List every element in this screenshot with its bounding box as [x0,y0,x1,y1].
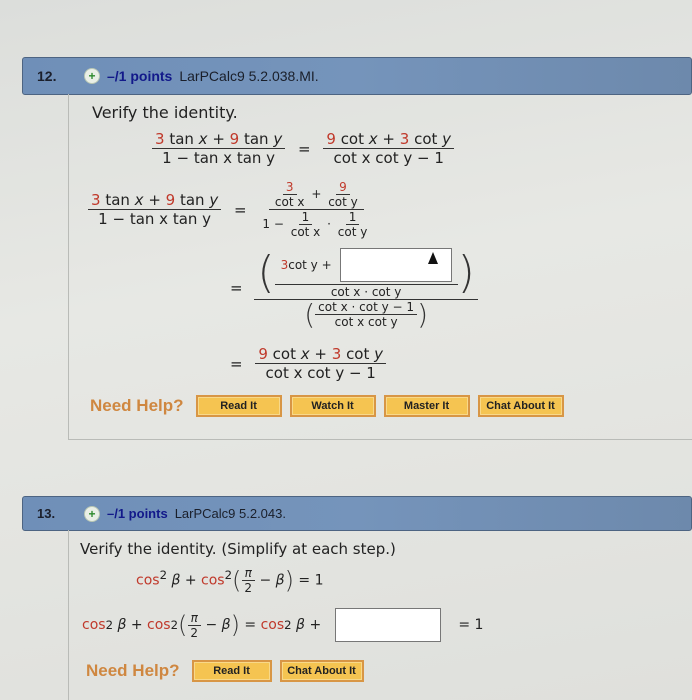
step1-complex-fraction: 3 cot x + 9 cot y 1 − 1 cot x · 1 cot y [262,180,368,239]
expand-plus-icon[interactable]: + [85,69,99,83]
step2-outer-fraction: ( 3 cot y + cot x · cot y ) ( cot x · co… [254,246,478,329]
problem-code: LarPCalc9 5.2.038.MI. [179,68,319,84]
rhs-fraction: 9 cot x + 3 cot y cot x cot y − 1 [323,130,455,167]
need-help-row-q12: Need Help? Read It Watch It Master It Ch… [90,395,572,417]
chat-about-it-button[interactable]: Chat About It [279,660,364,682]
watch-it-button[interactable]: Watch It [289,395,376,417]
question-13-header: 13. + –/1 points LarPCalc9 5.2.043. [22,496,692,531]
answer-input-q13[interactable] [334,608,441,642]
mouse-cursor-icon [428,252,438,264]
read-it-button[interactable]: Read It [191,660,272,682]
points-label: –/1 points [107,68,173,84]
identity-statement-q13: cos2 β + cos2(π 2 − β) = 1 [136,566,324,595]
question-number: 13. [37,506,56,521]
problem-code: LarPCalc9 5.2.043. [174,506,286,521]
master-it-button[interactable]: Master It [383,395,470,417]
read-it-button[interactable]: Read It [195,395,282,417]
need-help-row-q13: Need Help? Read It Chat About It [86,660,372,682]
lhs-fraction: 3 tan x + 9 tan y 1 − tan x tan y [152,130,286,167]
question-number: 12. [37,68,57,84]
identity-statement: 3 tan x + 9 tan y 1 − tan x tan y = 9 co… [152,130,455,167]
points-label: –/1 points [107,506,168,521]
question-12-prompt: Verify the identity. [92,103,238,122]
expand-plus-icon[interactable]: + [85,506,99,521]
step-1-q13: cos 2 β + cos 2(π 2 − β) = cos 2 β + = 1 [82,608,483,642]
step-2: = ( 3 cot y + cot x · cot y ) ( cot x · … [222,246,478,329]
step1-lhs-fraction: 3 tan x + 9 tan y 1 − tan x tan y [88,191,222,228]
question-13-prompt: Verify the identity. (Simplify at each s… [80,540,396,558]
chat-about-it-button[interactable]: Chat About It [477,395,564,417]
step-1: 3 tan x + 9 tan y 1 − tan x tan y = 3 cot… [88,180,373,239]
need-help-label: Need Help? [86,661,180,680]
step-3: = 9 cot x + 3 cot y cot x cot y − 1 [222,345,387,382]
need-help-label: Need Help? [90,396,184,415]
question-12-header: 12. + –/1 points LarPCalc9 5.2.038.MI. [22,57,692,95]
step3-fraction: 9 cot x + 3 cot y cot x cot y − 1 [255,345,387,382]
